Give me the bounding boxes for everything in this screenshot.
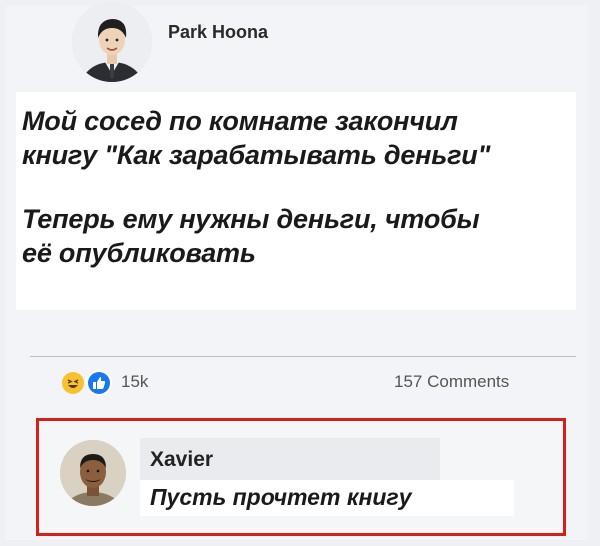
- author-avatar[interactable]: [72, 2, 152, 82]
- comment-text: Пусть прочтет книгу: [150, 484, 412, 510]
- comments-count[interactable]: 157 Comments: [394, 372, 509, 392]
- post-text-line: Теперь ему нужны деньги, чтобы: [22, 204, 480, 234]
- like-thumb-icon[interactable]: [88, 372, 110, 394]
- post-text-line: книгу "Как зарабатывать деньги": [22, 140, 491, 170]
- post-text-line: её опубликовать: [22, 238, 256, 268]
- author-name[interactable]: Park Hoona: [168, 22, 268, 43]
- commenter-name[interactable]: Xavier: [150, 448, 213, 472]
- divider: [30, 356, 576, 357]
- reactions-count[interactable]: 15k: [121, 372, 148, 392]
- commenter-avatar[interactable]: [60, 440, 126, 506]
- post-text-line: Мой сосед по комнате закончил: [22, 106, 458, 136]
- laughing-face-icon[interactable]: [62, 372, 84, 394]
